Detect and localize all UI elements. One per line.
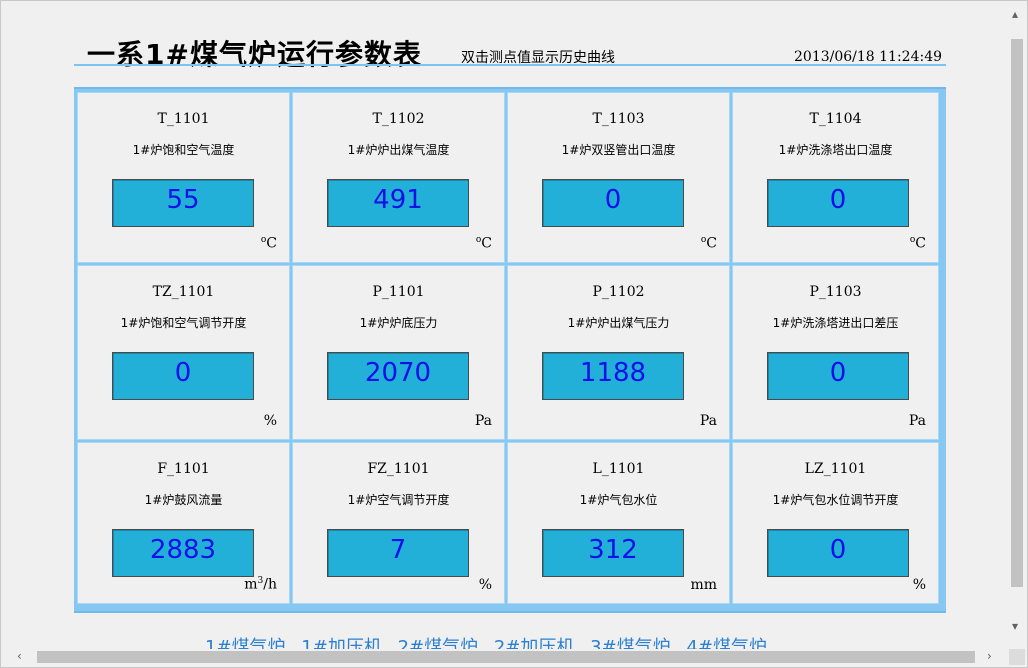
header-divider (74, 64, 946, 66)
param-unit: Pa (474, 413, 492, 429)
page-title: 一系1#煤气炉运行参数表 (87, 38, 422, 71)
param-desc: 1#炉饱和空气温度 (132, 143, 235, 157)
param-desc: 1#炉气包水位 (579, 493, 658, 507)
param-value[interactable]: 2883 (112, 529, 254, 577)
param-cell: P_1101 1#炉炉底压力 2070 Pa (292, 265, 505, 440)
param-tag: TZ_1101 (152, 284, 215, 300)
vertical-scroll-thumb[interactable] (1011, 39, 1023, 587)
param-desc: 1#炉洗涤塔出口温度 (778, 143, 893, 157)
window-frame: 一系1#煤气炉运行参数表 双击测点值显示历史曲线 2013/06/18 11:2… (0, 0, 1028, 668)
param-desc: 1#炉洗涤塔进出口差压 (772, 316, 899, 330)
param-tag: P_1102 (592, 284, 645, 300)
param-cell: P_1102 1#炉炉出煤气压力 1188 Pa (507, 265, 730, 440)
param-unit: mm (690, 577, 717, 593)
param-tag: L_1101 (592, 461, 645, 477)
param-cell: LZ_1101 1#炉气包水位调节开度 0 % (732, 442, 939, 604)
param-value[interactable]: 0 (112, 352, 254, 400)
param-tag: LZ_1101 (804, 461, 867, 477)
param-unit: oC (700, 235, 717, 252)
horizontal-scrollbar[interactable]: ‹ › (3, 649, 1009, 665)
param-cell: P_1103 1#炉洗涤塔进出口差压 0 Pa (732, 265, 939, 440)
timestamp: 2013/06/18 11:24:49 (794, 49, 943, 65)
param-desc: 1#炉炉底压力 (359, 316, 438, 330)
parameter-grid: T_1101 1#炉饱和空气温度 55 oC T_1102 1#炉炉出煤气温度 … (74, 87, 946, 613)
param-cell: T_1104 1#炉洗涤塔出口温度 0 oC (732, 92, 939, 263)
horizontal-scroll-thumb[interactable] (37, 651, 975, 663)
param-value[interactable]: 55 (112, 179, 254, 227)
vertical-scrollbar[interactable]: ▴ ▾ (1009, 3, 1025, 651)
param-value[interactable]: 491 (327, 179, 469, 227)
param-value[interactable]: 2070 (327, 352, 469, 400)
param-value[interactable]: 7 (327, 529, 469, 577)
param-cell: FZ_1101 1#炉空气调节开度 7 % (292, 442, 505, 604)
scroll-left-icon[interactable]: ‹ (17, 649, 22, 663)
param-cell: T_1103 1#炉双竖管出口温度 0 oC (507, 92, 730, 263)
param-value[interactable]: 0 (767, 179, 909, 227)
param-desc: 1#炉饱和空气调节开度 (120, 316, 247, 330)
param-cell: TZ_1101 1#炉饱和空气调节开度 0 % (77, 265, 290, 440)
scroll-right-icon[interactable]: › (987, 649, 992, 663)
param-unit: oC (909, 235, 926, 252)
param-tag: T_1103 (592, 111, 645, 127)
param-value[interactable]: 0 (767, 352, 909, 400)
param-unit: % (263, 413, 277, 429)
param-unit: Pa (699, 413, 717, 429)
param-desc: 1#炉空气调节开度 (347, 493, 450, 507)
param-desc: 1#炉气包水位调节开度 (772, 493, 899, 507)
param-unit: % (478, 577, 492, 593)
param-value[interactable]: 1188 (542, 352, 684, 400)
param-value[interactable]: 312 (542, 529, 684, 577)
param-desc: 1#炉鼓风流量 (144, 493, 223, 507)
param-value[interactable]: 0 (767, 529, 909, 577)
scrollbar-corner (1009, 649, 1025, 665)
param-value[interactable]: 0 (542, 179, 684, 227)
param-tag: FZ_1101 (367, 461, 430, 477)
param-unit: m3/h (244, 576, 277, 593)
scroll-up-icon[interactable]: ▴ (1012, 7, 1018, 21)
param-cell: L_1101 1#炉气包水位 312 mm (507, 442, 730, 604)
param-desc: 1#炉双竖管出口温度 (561, 143, 676, 157)
param-cell: F_1101 1#炉鼓风流量 2883 m3/h (77, 442, 290, 604)
param-tag: T_1101 (157, 111, 210, 127)
param-unit: % (912, 577, 926, 593)
param-desc: 1#炉炉出煤气温度 (347, 143, 450, 157)
param-unit: oC (260, 235, 277, 252)
param-cell: T_1102 1#炉炉出煤气温度 491 oC (292, 92, 505, 263)
param-unit: Pa (908, 413, 926, 429)
param-tag: P_1103 (809, 284, 862, 300)
param-tag: F_1101 (157, 461, 210, 477)
param-desc: 1#炉炉出煤气压力 (567, 316, 670, 330)
param-cell: T_1101 1#炉饱和空气温度 55 oC (77, 92, 290, 263)
parameter-grid-cells: T_1101 1#炉饱和空气温度 55 oC T_1102 1#炉炉出煤气温度 … (77, 92, 942, 607)
param-tag: P_1101 (372, 284, 425, 300)
param-tag: T_1102 (372, 111, 425, 127)
param-tag: T_1104 (809, 111, 862, 127)
param-unit: oC (475, 235, 492, 252)
scroll-down-icon[interactable]: ▾ (1012, 619, 1018, 633)
